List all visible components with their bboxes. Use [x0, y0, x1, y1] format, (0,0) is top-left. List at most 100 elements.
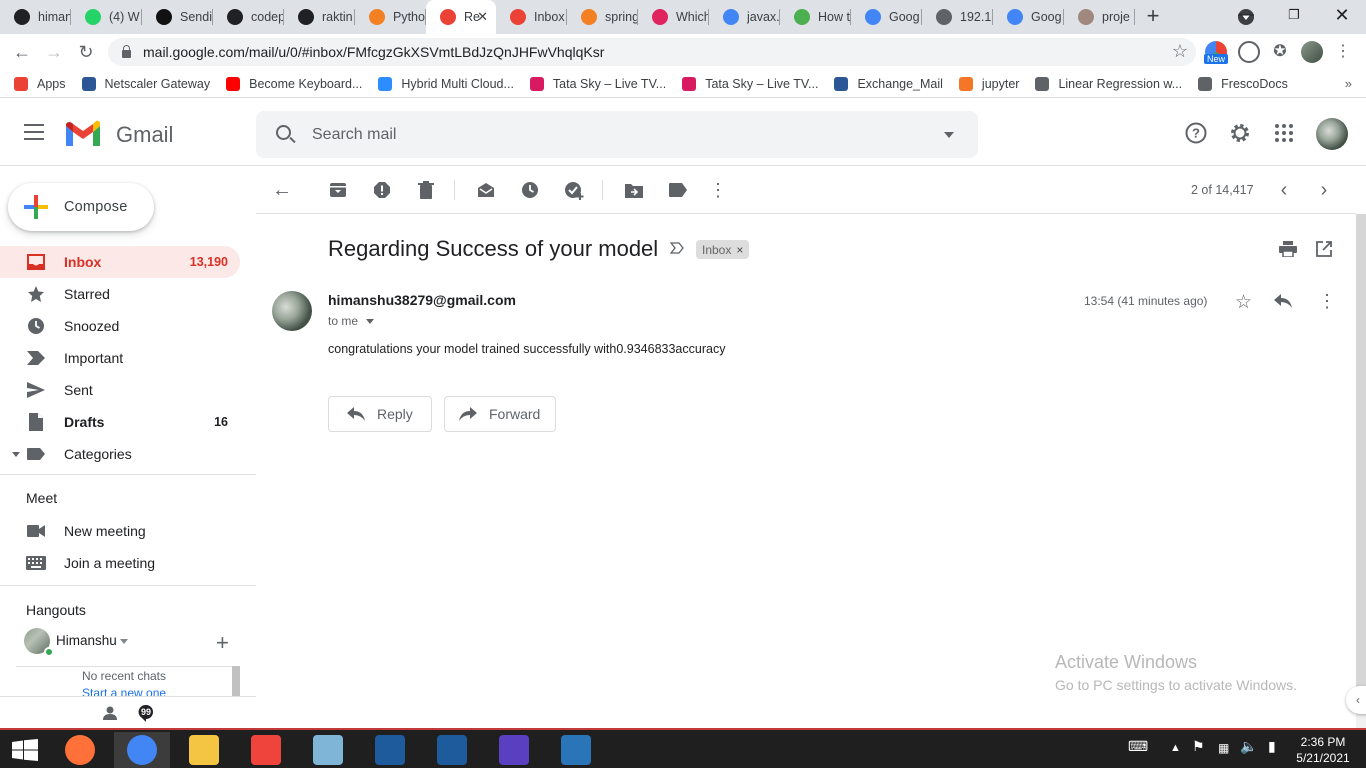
search-icon[interactable] — [276, 125, 291, 140]
bookmark-item[interactable]: Exchange_Mail — [834, 76, 943, 91]
bookmark-item[interactable]: jupyter — [958, 76, 1019, 91]
reply-button[interactable]: Reply — [328, 396, 432, 432]
bookmark-item[interactable]: Linear Regression w... — [1035, 76, 1182, 91]
bookmark-star-icon[interactable]: ☆ — [1172, 41, 1188, 62]
browser-tab[interactable]: Goog — [993, 0, 1064, 34]
system-clock[interactable]: 2:36 PM 5/21/2021 — [1288, 734, 1358, 766]
reload-icon[interactable]: ↻ — [74, 40, 98, 64]
star-message-icon[interactable]: ☆ — [1235, 291, 1252, 314]
sidebar-item-inbox[interactable]: Inbox 13,190 — [0, 246, 240, 278]
forward-icon[interactable]: → — [42, 40, 66, 64]
sidebar-item-sent[interactable]: Sent — [0, 374, 240, 406]
sidebar-item-snoozed[interactable]: Snoozed — [0, 310, 240, 342]
new-tab-button[interactable]: + — [1135, 0, 1171, 34]
settings-icon[interactable] — [486, 732, 542, 768]
meet-item[interactable]: New meeting — [0, 515, 240, 547]
touch-keyboard-icon[interactable]: ⌨ — [1128, 738, 1148, 755]
account-avatar[interactable] — [1316, 118, 1348, 150]
notepad-icon[interactable] — [300, 732, 356, 768]
bookmark-item[interactable]: Netscaler Gateway — [81, 76, 210, 91]
help-icon[interactable]: ? — [1185, 122, 1207, 144]
main-menu-icon[interactable] — [24, 124, 44, 140]
delete-trash-icon[interactable] — [416, 180, 436, 200]
browser-tab[interactable]: javax. — [709, 0, 780, 34]
browser-tab[interactable]: Re ✕ — [426, 0, 496, 34]
message-more-icon[interactable]: ⋮ — [1318, 291, 1336, 312]
sender-email[interactable]: himanshu38279@gmail.com — [328, 292, 516, 308]
expand-caret-icon[interactable] — [12, 452, 20, 461]
remove-label-icon[interactable]: × — [736, 243, 743, 257]
labels-icon[interactable] — [668, 180, 688, 200]
message-scrollbar[interactable] — [1356, 214, 1366, 699]
browser-tab[interactable]: Which — [638, 0, 709, 34]
minimize-button[interactable]: — — [1222, 0, 1270, 34]
profile-avatar[interactable] — [1301, 41, 1323, 63]
hangouts-user-name[interactable]: Himanshu — [56, 633, 117, 648]
browser-tab[interactable]: Pytho — [355, 0, 426, 34]
move-to-icon[interactable] — [624, 180, 644, 200]
browser-tab[interactable]: codep — [213, 0, 284, 34]
bookmark-item[interactable]: FrescoDocs — [1198, 76, 1288, 91]
battery-icon[interactable]: ▮ — [1268, 738, 1276, 755]
sidebar-item-drafts[interactable]: Drafts 16 — [0, 406, 240, 438]
google-apps-icon[interactable] — [1273, 122, 1295, 144]
new-chat-plus-icon[interactable]: + — [216, 630, 229, 656]
puzzle-extensions-icon[interactable]: ✪ — [1269, 41, 1291, 63]
browser-tab[interactable]: (4) W — [71, 0, 142, 34]
mark-unread-icon[interactable] — [476, 180, 496, 200]
hangouts-scrollbar[interactable] — [232, 666, 240, 696]
back-to-inbox-icon[interactable]: ← — [272, 179, 292, 201]
browser-tab[interactable]: How t — [780, 0, 851, 34]
network-icon[interactable]: ▦ — [1218, 741, 1229, 755]
sidebar-item-categories[interactable]: Categories — [0, 438, 240, 470]
firefox-icon[interactable] — [52, 732, 108, 768]
report-spam-icon[interactable] — [372, 180, 392, 200]
sender-avatar[interactable] — [272, 291, 312, 331]
meet-item[interactable]: Join a meeting — [0, 547, 240, 579]
browser-tab[interactable]: Sendi — [142, 0, 213, 34]
reply-arrow-icon[interactable] — [1274, 294, 1292, 308]
search-options-icon[interactable] — [944, 132, 954, 143]
important-marker-icon[interactable] — [670, 242, 684, 254]
browser-tab[interactable]: spring — [567, 0, 638, 34]
newer-chevron-icon[interactable]: ‹ — [1274, 179, 1294, 201]
virtualbox-icon[interactable] — [424, 732, 480, 768]
compose-button[interactable]: Compose — [8, 183, 154, 231]
windows-start-icon[interactable] — [12, 739, 38, 761]
contacts-person-icon[interactable] — [102, 705, 118, 721]
forward-button[interactable]: Forward — [444, 396, 556, 432]
bookmark-item[interactable]: Become Keyboard... — [226, 76, 362, 91]
search-input[interactable] — [312, 123, 912, 147]
browser-tab[interactable]: Inbox — [496, 0, 567, 34]
close-window-button[interactable]: ✕ — [1318, 0, 1366, 34]
archive-icon[interactable] — [328, 180, 348, 200]
volume-icon[interactable]: 🔈 — [1240, 738, 1257, 755]
browser-tab[interactable]: 192.1 — [922, 0, 993, 34]
browser-tab[interactable]: raktin — [284, 0, 355, 34]
bookmark-item[interactable]: Apps — [14, 76, 66, 91]
browser-menu-icon[interactable]: ⋮ — [1332, 41, 1354, 63]
sidebar-item-starred[interactable]: Starred — [0, 278, 240, 310]
action-flag-icon[interactable]: ⚑ — [1192, 738, 1205, 755]
open-new-window-icon[interactable] — [1316, 241, 1332, 257]
anydesk-icon[interactable] — [238, 732, 294, 768]
photos-icon[interactable] — [548, 732, 604, 768]
side-panel-toggle-icon[interactable]: ‹ — [1346, 686, 1366, 714]
show-details-caret-icon[interactable] — [366, 319, 374, 328]
add-to-tasks-icon[interactable] — [564, 180, 584, 200]
back-icon[interactable]: ← — [10, 40, 34, 64]
restore-button[interactable]: ❐ — [1270, 0, 1318, 34]
url-omnibox[interactable]: mail.google.com/mail/u/0/#inbox/FMfcgzGk… — [108, 38, 1196, 66]
older-chevron-icon[interactable]: › — [1314, 179, 1334, 201]
bookmark-item[interactable]: Tata Sky – Live TV... — [529, 76, 666, 91]
performance-icon[interactable] — [1238, 41, 1260, 63]
virtualbox-icon[interactable] — [362, 732, 418, 768]
bookmark-item[interactable]: Tata Sky – Live TV... — [682, 76, 818, 91]
more-actions-icon[interactable]: ⋮ — [708, 180, 728, 200]
sidebar-item-important[interactable]: Important — [0, 342, 240, 374]
hangouts-chat-icon[interactable]: 99 — [138, 704, 154, 722]
snooze-clock-icon[interactable] — [520, 180, 540, 200]
more-bookmarks-icon[interactable]: » — [1345, 76, 1352, 91]
settings-gear-icon[interactable] — [1229, 122, 1251, 144]
browser-tab[interactable]: himan — [0, 0, 71, 34]
